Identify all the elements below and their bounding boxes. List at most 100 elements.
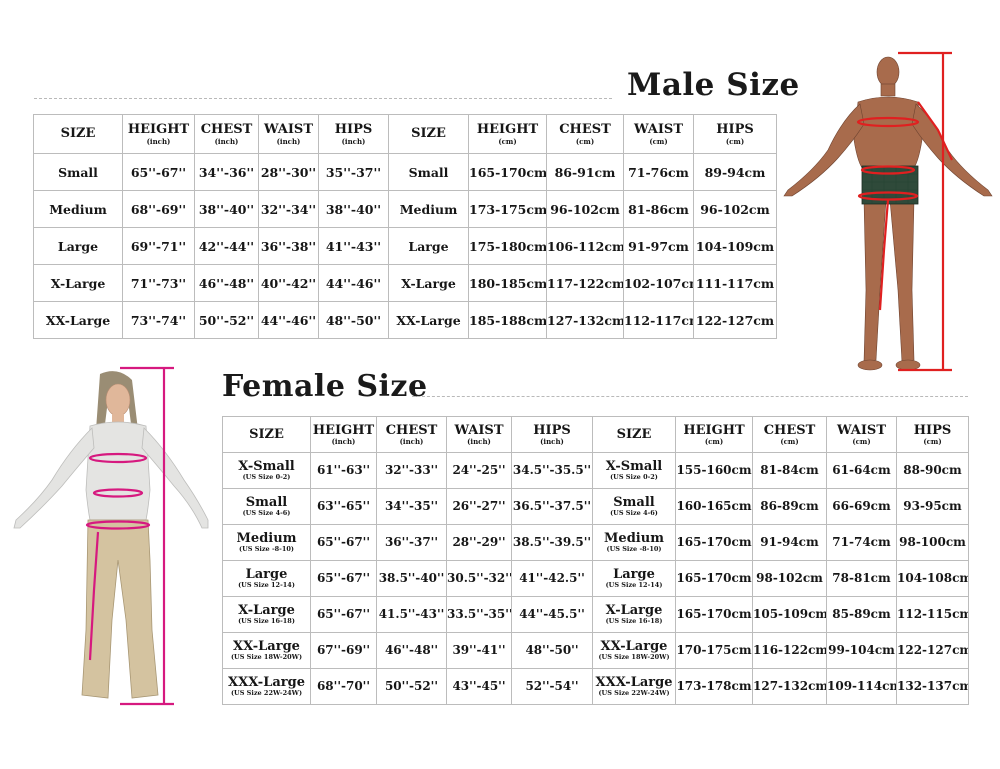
header-label: CHEST (385, 422, 438, 438)
header-unit: (inch) (276, 136, 301, 146)
header-unit: (cm) (649, 136, 668, 146)
measurement-cell: 89-94cm (693, 153, 777, 191)
size-name: XXX-Large (228, 674, 305, 690)
measurement-cell: 65''-67'' (310, 560, 377, 597)
table-row: Medium 68''-69'' 38''-40'' 32''-34'' 38''-40… (33, 190, 777, 228)
header-unit: (inch) (214, 136, 239, 146)
female-header-size-cm: SIZE (592, 416, 676, 453)
measurement-cell: 71-74cm (826, 524, 897, 561)
measurement-cell: 165-170cm (675, 560, 753, 597)
measurement-cell: 50''-52'' (194, 301, 259, 339)
table-row: XX-Large (US Size 18W-20W) 67''-69'' 46''-4… (222, 632, 969, 669)
measurement-cell: 41''-42.5'' (511, 560, 593, 597)
measurement-cell: 33.5''-35'' (446, 596, 512, 633)
measurement-cell: 34.5''-35.5'' (511, 452, 593, 489)
male-header-waist-inch: WAIST (inch) (258, 114, 319, 154)
male-header-chest-cm: CHEST (cm) (546, 114, 624, 154)
measurement-cell: 35''-37'' (318, 153, 389, 191)
header-label: CHEST (559, 122, 611, 137)
measurement-cell: 132-137cm (896, 668, 969, 705)
female-header-waist-cm: WAIST (cm) (826, 416, 897, 453)
size-name: XX-Large (233, 638, 300, 654)
measurement-cell: 61''-63'' (310, 452, 377, 489)
measurement-cell: 112-115cm (896, 596, 969, 633)
measurement-cell: 44''-45.5'' (511, 596, 593, 633)
header-label: HEIGHT (312, 422, 375, 438)
measurement-cell: 102-107cm (623, 264, 694, 302)
measurement-cell: 88-90cm (896, 452, 969, 489)
header-unit: (inch) (331, 437, 356, 447)
measurement-cell: 69''-71'' (122, 227, 195, 265)
us-size: (US Size -8-10) (239, 545, 294, 554)
size-name: Small (613, 494, 655, 510)
size-name: X-Small (238, 458, 295, 474)
us-size: (US Size 22W-24W) (598, 689, 670, 698)
measurement-cell: 44''-46'' (258, 301, 319, 339)
size-name-cell: XX-Large (US Size 18W-20W) (222, 632, 311, 669)
size-name-cell: XX-Large (33, 301, 123, 339)
measurement-cell: 26''-27'' (446, 488, 512, 525)
measurement-cell: 96-102cm (693, 190, 777, 228)
size-name-cell: X-Small (US Size 0-2) (222, 452, 311, 489)
header-label: SIZE (616, 426, 652, 442)
measurement-cell: 38''-40'' (318, 190, 389, 228)
table-row: X-Small (US Size 0-2) 61''-63'' 32''-33'' 24… (222, 452, 969, 489)
size-name-cell: Medium (33, 190, 123, 228)
measurement-cell: 122-127cm (693, 301, 777, 339)
header-label: WAIST (837, 422, 886, 438)
size-name-cell: XXX-Large (US Size 22W-24W) (592, 668, 676, 705)
table-row: X-Large (US Size 16-18) 65''-67'' 41.5''-43… (222, 596, 969, 633)
measurement-cell: 38''-40'' (194, 190, 259, 228)
size-name: X-Large (238, 602, 295, 618)
header-label: WAIST (634, 122, 683, 137)
header-label: HEIGHT (476, 122, 539, 137)
measurement-cell: 116-122cm (752, 632, 827, 669)
size-name-cell: Large (33, 227, 123, 265)
male-body-model-icon (783, 51, 993, 372)
us-size: (US Size 4-6) (242, 509, 291, 518)
us-size: (US Size 16-18) (605, 617, 663, 626)
female-title-divider (412, 396, 968, 397)
size-name-cell: X-Small (US Size 0-2) (592, 452, 676, 489)
measurement-cell: 81-84cm (752, 452, 827, 489)
size-name-cell: X-Large (US Size 16-18) (222, 596, 311, 633)
measurement-cell: 98-102cm (752, 560, 827, 597)
us-size: (US Size -8-10) (606, 545, 662, 554)
size-name: Small (245, 494, 288, 510)
header-label: SIZE (249, 426, 284, 442)
measurement-cell: 71-76cm (623, 153, 694, 191)
header-unit: (inch) (540, 437, 564, 447)
measurement-cell: 40''-42'' (258, 264, 319, 302)
measurement-cell: 66-69cm (826, 488, 897, 525)
table-row: XXX-Large (US Size 22W-24W) 68''-70'' 50''-… (222, 668, 969, 705)
female-top (85, 421, 151, 521)
table-row: X-Large 71''-73'' 46''-48'' 40''-42'' 44''-4… (33, 264, 777, 302)
male-size-table: SIZE HEIGHT (inch) CHEST (inch) WAIST (inch) HI… (33, 114, 777, 339)
measurement-cell: 105-109cm (752, 596, 827, 633)
measurement-cell: 42''-44'' (194, 227, 259, 265)
male-header-hips-cm: HIPS (cm) (693, 114, 777, 154)
measurement-cell: 99-104cm (826, 632, 897, 669)
size-name-cell: X-Large (US Size 16-18) (592, 596, 676, 633)
female-header-hips-inch: HIPS (inch) (511, 416, 593, 453)
measurement-cell: 93-95cm (896, 488, 969, 525)
measurement-cell: 91-94cm (752, 524, 827, 561)
size-name-cell: Medium (US Size -8-10) (222, 524, 311, 561)
header-label: WAIST (454, 422, 504, 438)
us-size: (US Size 16-18) (238, 617, 295, 626)
measurement-cell: 185-188cm (468, 301, 547, 339)
size-name-cell: Small (33, 153, 123, 191)
measurement-cell: 165-170cm (675, 596, 753, 633)
measurement-cell: 39''-41'' (446, 632, 512, 669)
header-unit: (cm) (575, 136, 595, 146)
measurement-cell: 173-175cm (468, 190, 547, 228)
male-size-title: Male Size (627, 67, 800, 103)
measurement-cell: 78-81cm (826, 560, 897, 597)
measurement-cell: 44''-46'' (318, 264, 389, 302)
female-header-chest-inch: CHEST (inch) (376, 416, 447, 453)
size-name-cell: Medium (388, 190, 469, 228)
header-unit: (cm) (725, 136, 745, 146)
female-header-hips-cm: HIPS (cm) (896, 416, 969, 453)
measurement-cell: 86-91cm (546, 153, 624, 191)
measurement-cell: 32''-34'' (258, 190, 319, 228)
